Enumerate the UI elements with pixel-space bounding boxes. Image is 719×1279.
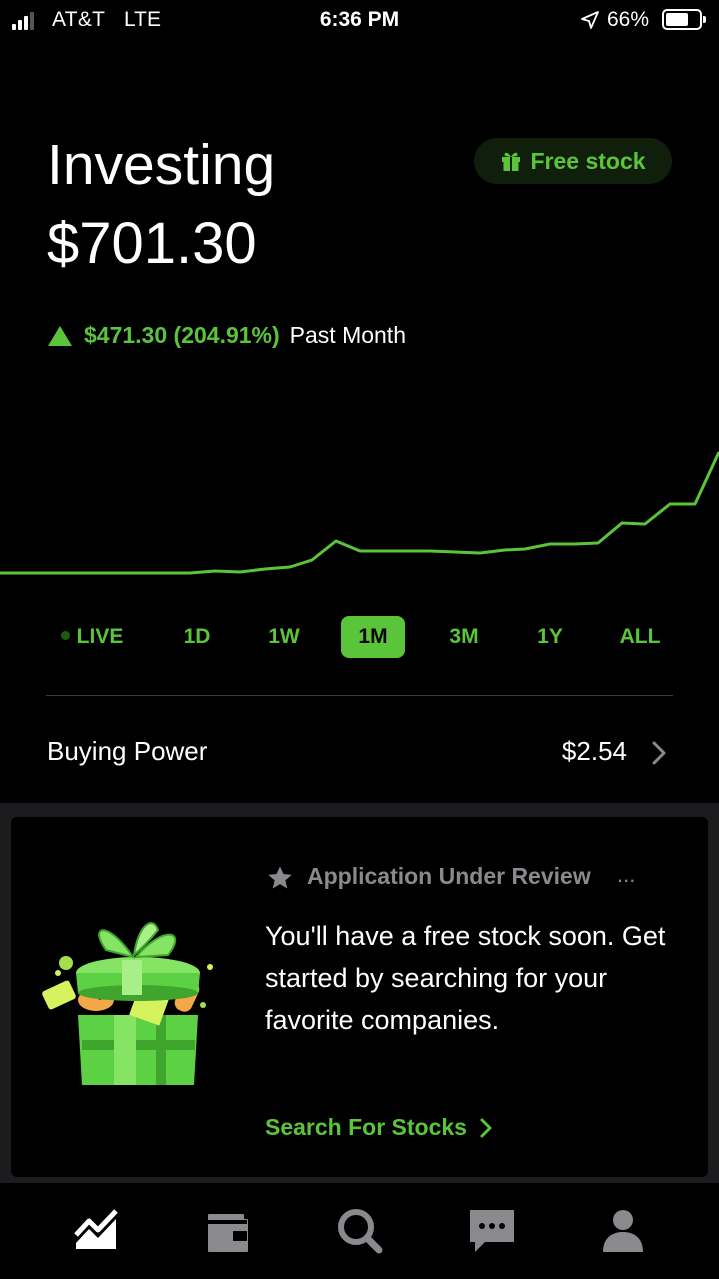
battery-percentage: 66% bbox=[607, 8, 650, 31]
account-icon[interactable] bbox=[598, 1207, 648, 1255]
search-for-stocks-label: Search For Stocks bbox=[265, 1114, 467, 1140]
range-1m[interactable]: 1M bbox=[341, 616, 405, 658]
battery-icon bbox=[662, 9, 706, 30]
up-arrow-icon bbox=[48, 325, 72, 346]
gift-box-illustration bbox=[42, 922, 213, 1085]
free-stock-label: Free stock bbox=[530, 147, 646, 174]
portfolio-line bbox=[0, 451, 719, 575]
chevron-right-icon bbox=[480, 1118, 492, 1137]
change-period: Past Month bbox=[289, 322, 406, 348]
location-icon bbox=[581, 11, 599, 29]
range-1w[interactable]: 1W bbox=[256, 616, 312, 658]
chevron-right-icon bbox=[652, 741, 666, 765]
more-options-button[interactable]: ... bbox=[617, 862, 635, 888]
portfolio-change: $471.30 (204.91%) Past Month bbox=[48, 322, 406, 349]
range-1d[interactable]: 1D bbox=[172, 616, 222, 658]
chart-icon[interactable] bbox=[71, 1207, 121, 1255]
tab-bar bbox=[0, 1183, 719, 1279]
free-stock-button[interactable]: Free stock bbox=[474, 138, 672, 184]
gift-icon bbox=[502, 152, 521, 171]
search-icon[interactable] bbox=[335, 1207, 385, 1255]
buying-power-label: Buying Power bbox=[47, 736, 208, 766]
time-range-selector: LIVE 1D 1W 1M 3M 1Y ALL bbox=[0, 616, 719, 658]
search-for-stocks-link[interactable]: Search For Stocks bbox=[265, 1114, 493, 1141]
page-title: Investing bbox=[47, 133, 276, 197]
status-bar: AT&T LTE 6:36 PM 66% bbox=[0, 0, 719, 40]
buying-power-row[interactable]: Buying Power $2.54 bbox=[0, 722, 719, 782]
buying-power-value: $2.54 bbox=[561, 736, 627, 766]
change-amount: $471.30 (204.91%) bbox=[84, 322, 280, 348]
range-1y[interactable]: 1Y bbox=[525, 616, 575, 658]
portfolio-value: $701.30 bbox=[47, 211, 257, 276]
star-icon bbox=[268, 866, 292, 889]
card-message: You'll have a free stock soon. Get start… bbox=[265, 921, 666, 1035]
application-status: Application Under Review bbox=[307, 863, 591, 889]
wallet-icon[interactable] bbox=[203, 1207, 253, 1255]
live-dot-icon bbox=[60, 630, 70, 640]
messages-icon[interactable] bbox=[467, 1207, 517, 1255]
range-all[interactable]: ALL bbox=[611, 616, 669, 658]
range-live[interactable]: LIVE bbox=[52, 616, 132, 658]
portfolio-chart[interactable] bbox=[0, 440, 719, 590]
range-3m[interactable]: 3M bbox=[436, 616, 492, 658]
divider bbox=[46, 695, 673, 696]
